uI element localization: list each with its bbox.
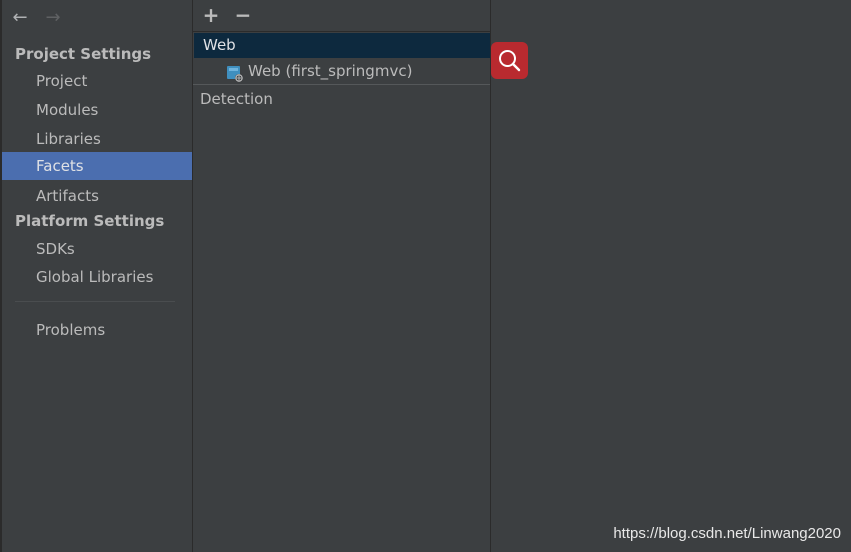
sidebar-item-artifacts[interactable]: Artifacts xyxy=(2,182,192,210)
arrow-right-icon[interactable]: → xyxy=(43,8,63,28)
sidebar-item-modules[interactable]: Modules xyxy=(2,96,192,124)
sidebar-item-sdks[interactable]: SDKs xyxy=(2,235,192,263)
sidebar-item-facets[interactable]: Facets xyxy=(2,152,192,180)
sidebar-divider xyxy=(15,301,175,302)
settings-sidebar: ← → Project Settings Project Modules Lib… xyxy=(0,0,193,552)
sidebar-item-libraries[interactable]: Libraries xyxy=(2,125,192,153)
detection-item[interactable]: Detection xyxy=(200,87,273,111)
facet-detail-panel xyxy=(491,0,851,552)
toolbar-divider xyxy=(193,31,490,32)
remove-facet-button[interactable]: − xyxy=(233,5,253,25)
sidebar-item-project[interactable]: Project xyxy=(2,67,192,95)
project-settings-header: Project Settings xyxy=(15,45,152,63)
web-facet-icon xyxy=(227,64,243,82)
add-facet-button[interactable]: + xyxy=(201,5,221,25)
tree-item-web-facet[interactable]: Web (first_springmvc) xyxy=(193,58,490,84)
watermark-text: https://blog.csdn.net/Linwang2020 xyxy=(613,525,841,542)
arrow-left-icon[interactable]: ← xyxy=(10,8,30,28)
platform-settings-header: Platform Settings xyxy=(15,212,165,230)
sidebar-item-problems[interactable]: Problems xyxy=(2,316,192,344)
web-facet-label: Web (first_springmvc) xyxy=(248,62,413,80)
tree-divider xyxy=(193,84,490,85)
sidebar-item-global-libraries[interactable]: Global Libraries xyxy=(2,263,192,291)
tree-group-web[interactable]: Web xyxy=(194,33,490,58)
search-icon[interactable] xyxy=(491,42,528,79)
facets-panel: + − Web Web (first_springmvc) Detection xyxy=(193,0,491,552)
